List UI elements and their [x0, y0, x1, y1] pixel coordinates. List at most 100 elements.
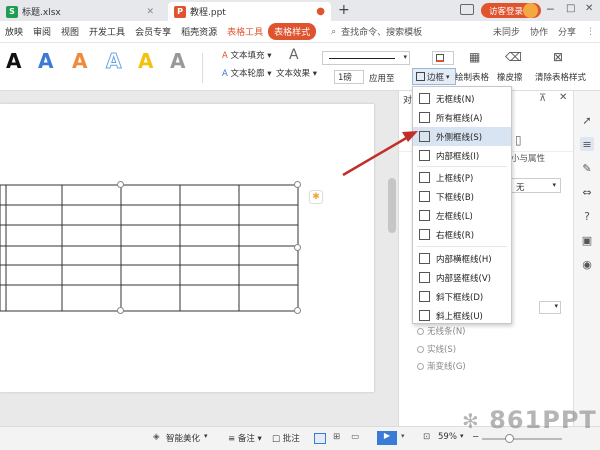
menu-developer[interactable]: 开发工具 [84, 25, 130, 38]
maximize-icon[interactable]: □ [566, 3, 575, 14]
play-button[interactable]: ▶ [377, 431, 397, 445]
menu-review[interactable]: 审阅 [28, 25, 56, 38]
text-style-gold[interactable]: A [138, 49, 153, 73]
properties-icon[interactable]: ≡ [580, 137, 594, 151]
rocket-icon[interactable]: ➚ [580, 113, 594, 127]
text-style-black[interactable]: A [6, 49, 21, 73]
border-option-icon [419, 93, 430, 104]
border-menu-label: 右框线(R) [436, 230, 475, 241]
pin-icon[interactable]: ⊼ [539, 93, 546, 104]
window-layout-icon[interactable] [460, 4, 474, 15]
new-tab-button[interactable]: + [338, 2, 350, 18]
zoom-slider[interactable] [482, 438, 562, 440]
tab-xlsx[interactable]: S 标题.xlsx ✕ [0, 2, 160, 21]
zoom-thumb[interactable] [505, 434, 514, 443]
border-button[interactable]: 边框 ▾ [412, 68, 456, 85]
radio-label: 无线条(N) [427, 327, 466, 337]
border-menu-item[interactable]: 斜上框线(U) [413, 306, 511, 325]
text-fill-button[interactable]: A 文本填充 ▾ [222, 49, 272, 61]
resize-handle[interactable] [294, 244, 301, 251]
menu-slideshow[interactable]: 放映 [0, 25, 28, 38]
table-svg[interactable] [0, 104, 374, 392]
resize-handle[interactable] [294, 181, 301, 188]
resize-handle[interactable] [117, 181, 124, 188]
border-menu-item[interactable]: 内部竖框线(V) [413, 268, 511, 287]
avatar[interactable] [523, 3, 538, 18]
grid-view-icon[interactable]: ⊞ [333, 432, 340, 442]
border-menu-label: 外侧框线(S) [436, 132, 483, 143]
login-label: 访客登录 [489, 6, 524, 17]
border-menu-item[interactable]: 内部横框线(H) [413, 249, 511, 268]
help-icon[interactable]: ? [580, 209, 594, 223]
search-input[interactable]: 查找命令、搜索模板 [341, 25, 427, 38]
tab-size-property[interactable]: 小与属性 [511, 152, 545, 164]
minimize-icon[interactable]: ─ [547, 3, 554, 16]
border-option-icon [419, 272, 430, 283]
menu-table-tools[interactable]: 表格工具 [222, 25, 268, 38]
eraser-button[interactable]: 橡皮擦 [497, 71, 523, 83]
radio-no-line[interactable]: 无线条(N) [417, 325, 466, 337]
text-style-outline-blue[interactable]: A [105, 49, 122, 74]
menu-view[interactable]: 视图 [56, 25, 84, 38]
border-color-select[interactable] [432, 51, 454, 65]
location-icon[interactable]: ◉ [580, 257, 594, 271]
radio-solid[interactable]: 实线(S) [417, 343, 456, 355]
text-outline-button[interactable]: A 文本轮廓 ▾ [222, 67, 272, 79]
normal-view-icon[interactable] [314, 433, 326, 444]
close-window-icon[interactable]: ✕ [585, 3, 593, 14]
line-style-select[interactable]: ▾ [322, 51, 410, 65]
chevron-down-icon[interactable]: ▾ [401, 432, 405, 440]
border-menu-item[interactable]: 左框线(L) [413, 206, 511, 225]
format-icon[interactable]: ⇔ [580, 185, 594, 199]
border-menu-label: 斜上框线(U) [436, 311, 483, 322]
line-weight-select[interactable]: 1磅 [334, 70, 364, 84]
resize-handle[interactable] [117, 307, 124, 314]
text-style-gray[interactable]: A [170, 49, 185, 73]
draw-table-button[interactable]: 绘制表格 [455, 71, 489, 83]
close-panel-icon[interactable]: ✕ [559, 92, 567, 103]
line-select[interactable]: 无 ▾ [511, 178, 561, 193]
reading-view-icon[interactable]: ▭ [351, 432, 359, 442]
tab-label: 教程.ppt [190, 8, 226, 18]
resize-handle[interactable] [294, 307, 301, 314]
border-menu-item[interactable]: 所有框线(A) [413, 108, 511, 127]
border-menu-item[interactable]: 无框线(N) [413, 89, 511, 108]
border-menu-item[interactable]: 下框线(B) [413, 187, 511, 206]
sync-status[interactable]: 未同步 [488, 25, 525, 38]
apply-to-label: 应用至 [369, 74, 395, 84]
menu-docer[interactable]: 稻壳资源 [176, 25, 222, 38]
share-button[interactable]: 分享 [553, 25, 581, 38]
select-box[interactable]: ▾ [539, 301, 561, 314]
text-style-blue[interactable]: A [38, 49, 53, 73]
pin-icon[interactable]: ✎ [580, 161, 594, 175]
slide-canvas[interactable]: ✱ [0, 104, 374, 392]
menu-member[interactable]: 会员专享 [130, 25, 176, 38]
clear-table-style-button[interactable]: 清除表格样式 [535, 71, 586, 83]
vertical-scrollbar[interactable] [388, 178, 396, 233]
chevron-down-icon[interactable]: ▾ [204, 432, 208, 440]
border-menu-item[interactable]: 上框线(P) [413, 168, 511, 187]
search-icon[interactable]: ⌕ [326, 27, 341, 37]
close-icon[interactable]: ✕ [146, 7, 154, 17]
text-style-orange-outline[interactable]: A [72, 49, 87, 73]
border-menu-item[interactable]: 内部框线(I) [413, 146, 511, 165]
watermark: ✻ 861PPT [462, 406, 597, 434]
more-icon[interactable]: ⋮ [581, 27, 600, 37]
border-menu-item[interactable]: 外侧框线(S) [413, 127, 511, 146]
border-menu-item[interactable]: 右框线(R) [413, 225, 511, 244]
border-dropdown-menu: 无框线(N) 所有框线(A) 外侧框线(S) 内部框线(I) 上框线(P) 下框线(B) 左… [412, 86, 512, 324]
border-menu-item[interactable]: 斜下框线(D) [413, 287, 511, 306]
comments-button[interactable]: □ 批注 [272, 432, 300, 444]
text-effect-button[interactable]: 文本效果 ▾ [276, 67, 317, 79]
notes-button[interactable]: ≡ 备注 ▾ [228, 432, 262, 444]
zoom-value[interactable]: 59% [438, 432, 457, 442]
fit-window-icon[interactable]: ⊡ [423, 432, 430, 442]
beautify-icon: ◈ [153, 432, 160, 442]
menu-table-style[interactable]: 表格样式 [268, 23, 317, 40]
beautify-button[interactable]: 智能美化 [166, 432, 200, 444]
collab-button[interactable]: 协作 [525, 25, 553, 38]
tab-ppt[interactable]: P 教程.ppt ● [168, 2, 331, 21]
image-icon[interactable]: ▣ [580, 233, 594, 247]
smart-tip-icon[interactable]: ✱ [309, 190, 323, 204]
radio-gradient[interactable]: 渐变线(G) [417, 360, 466, 372]
